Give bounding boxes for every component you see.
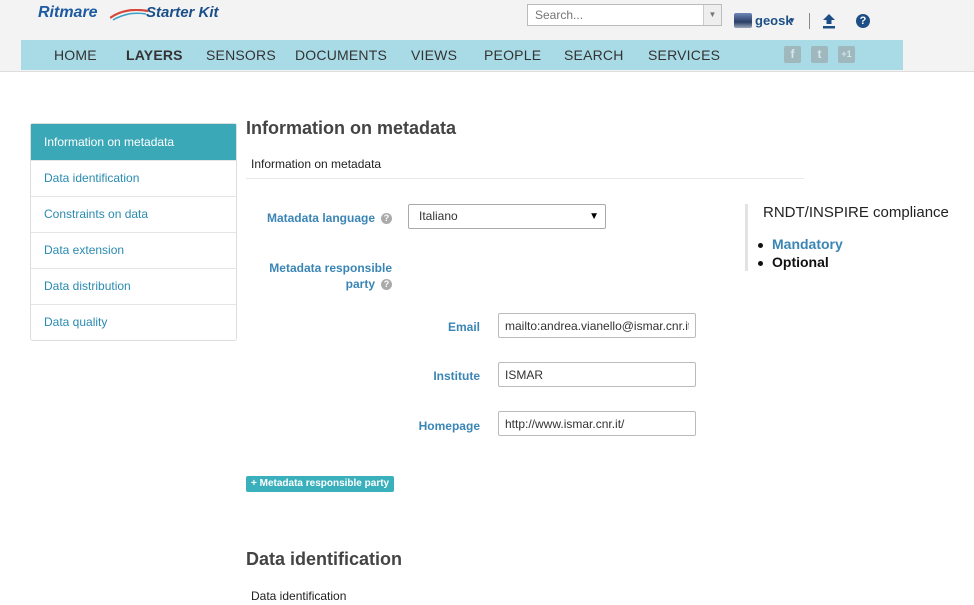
sidebar-item-data-identification[interactable]: Data identification [31, 161, 236, 197]
metadata-language-label: Matadata language? [262, 211, 392, 225]
nav-search[interactable]: SEARCH [564, 47, 624, 63]
main-nav: HOME LAYERS SENSORS DOCUMENTS VIEWS PEOP… [21, 40, 903, 70]
logo[interactable]: Ritmare Starter Kit [38, 4, 219, 22]
search-input[interactable] [528, 5, 718, 25]
nav-services[interactable]: SERVICES [648, 47, 720, 63]
metadata-language-select[interactable]: Italiano ▼ [408, 204, 606, 229]
google-plus-icon[interactable]: +1 [838, 46, 855, 63]
product-name: Starter Kit [146, 4, 219, 21]
section-subtitle-information-on-metadata: Information on metadata [251, 157, 382, 171]
compliance-legend: RNDT/INSPIRE compliance Mandatory Option… [745, 204, 973, 271]
metadata-responsible-party-label: Metadata responsible party? [262, 260, 392, 292]
email-label: Email [447, 320, 480, 334]
facebook-icon[interactable]: f [784, 46, 801, 63]
metadata-responsible-party-label-line1: Metadata responsible [269, 261, 392, 275]
nav-home[interactable]: HOME [54, 47, 97, 63]
section-title-information-on-metadata: Information on metadata [246, 118, 457, 138]
logo-swoosh-icon [110, 9, 149, 21]
sidebar-item-data-extension[interactable]: Data extension [31, 233, 236, 269]
user-avatar[interactable] [734, 13, 752, 28]
brand-name: Ritmare [38, 4, 98, 21]
top-bar: Ritmare Starter Kit ▼ geosk ▼ ? HOME LAY… [0, 0, 974, 72]
search-dropdown-icon[interactable]: ▼ [703, 5, 721, 25]
institute-label: Institute [433, 369, 480, 383]
sidebar-item-data-distribution[interactable]: Data distribution [31, 269, 236, 305]
legend-mandatory: Mandatory [758, 236, 843, 252]
legend-mandatory-text: Mandatory [772, 236, 843, 252]
bullet-icon [758, 243, 763, 248]
homepage-label: Homepage [418, 419, 480, 433]
divider [809, 13, 810, 29]
sidebar-item-information-on-metadata[interactable]: Information on metadata [31, 124, 236, 161]
help-icon[interactable]: ? [381, 213, 392, 224]
institute-field[interactable] [498, 362, 696, 387]
section-subtitle-data-identification: Data identification [251, 589, 347, 603]
add-metadata-responsible-party-button[interactable]: + Metadata responsible party [246, 476, 395, 492]
compliance-title: RNDT/INSPIRE compliance [763, 204, 949, 221]
section-title-data-identification: Data identification [246, 549, 403, 569]
sidebar-item-data-quality[interactable]: Data quality [31, 305, 236, 340]
metadata-language-label-text: Matadata language [266, 211, 375, 225]
sidebar-item-constraints-on-data[interactable]: Constraints on data [31, 197, 236, 233]
section-divider [246, 178, 804, 179]
email-field[interactable] [498, 313, 696, 338]
nav-people[interactable]: PEOPLE [484, 47, 541, 63]
homepage-field[interactable] [498, 411, 696, 436]
search-box[interactable]: ▼ [527, 4, 722, 26]
twitter-icon[interactable]: t [811, 46, 828, 63]
nav-views[interactable]: VIEWS [411, 47, 457, 63]
caret-down-icon[interactable]: ▼ [788, 16, 796, 25]
nav-layers[interactable]: LAYERS [126, 47, 183, 63]
user-menu[interactable]: geosk [755, 13, 793, 28]
upload-icon[interactable] [822, 13, 836, 29]
help-icon[interactable]: ? [381, 279, 392, 290]
help-icon[interactable]: ? [856, 14, 870, 28]
metadata-language-value: Italiano [419, 209, 458, 223]
nav-documents[interactable]: DOCUMENTS [295, 47, 387, 63]
sidebar: Information on metadata Data identificat… [30, 123, 237, 341]
metadata-responsible-party-label-line2: party [345, 277, 375, 291]
nav-sensors[interactable]: SENSORS [206, 47, 276, 63]
legend-optional: Optional [758, 254, 829, 270]
bullet-icon [758, 261, 763, 266]
caret-down-icon: ▼ [589, 211, 599, 222]
legend-optional-text: Optional [772, 254, 829, 270]
